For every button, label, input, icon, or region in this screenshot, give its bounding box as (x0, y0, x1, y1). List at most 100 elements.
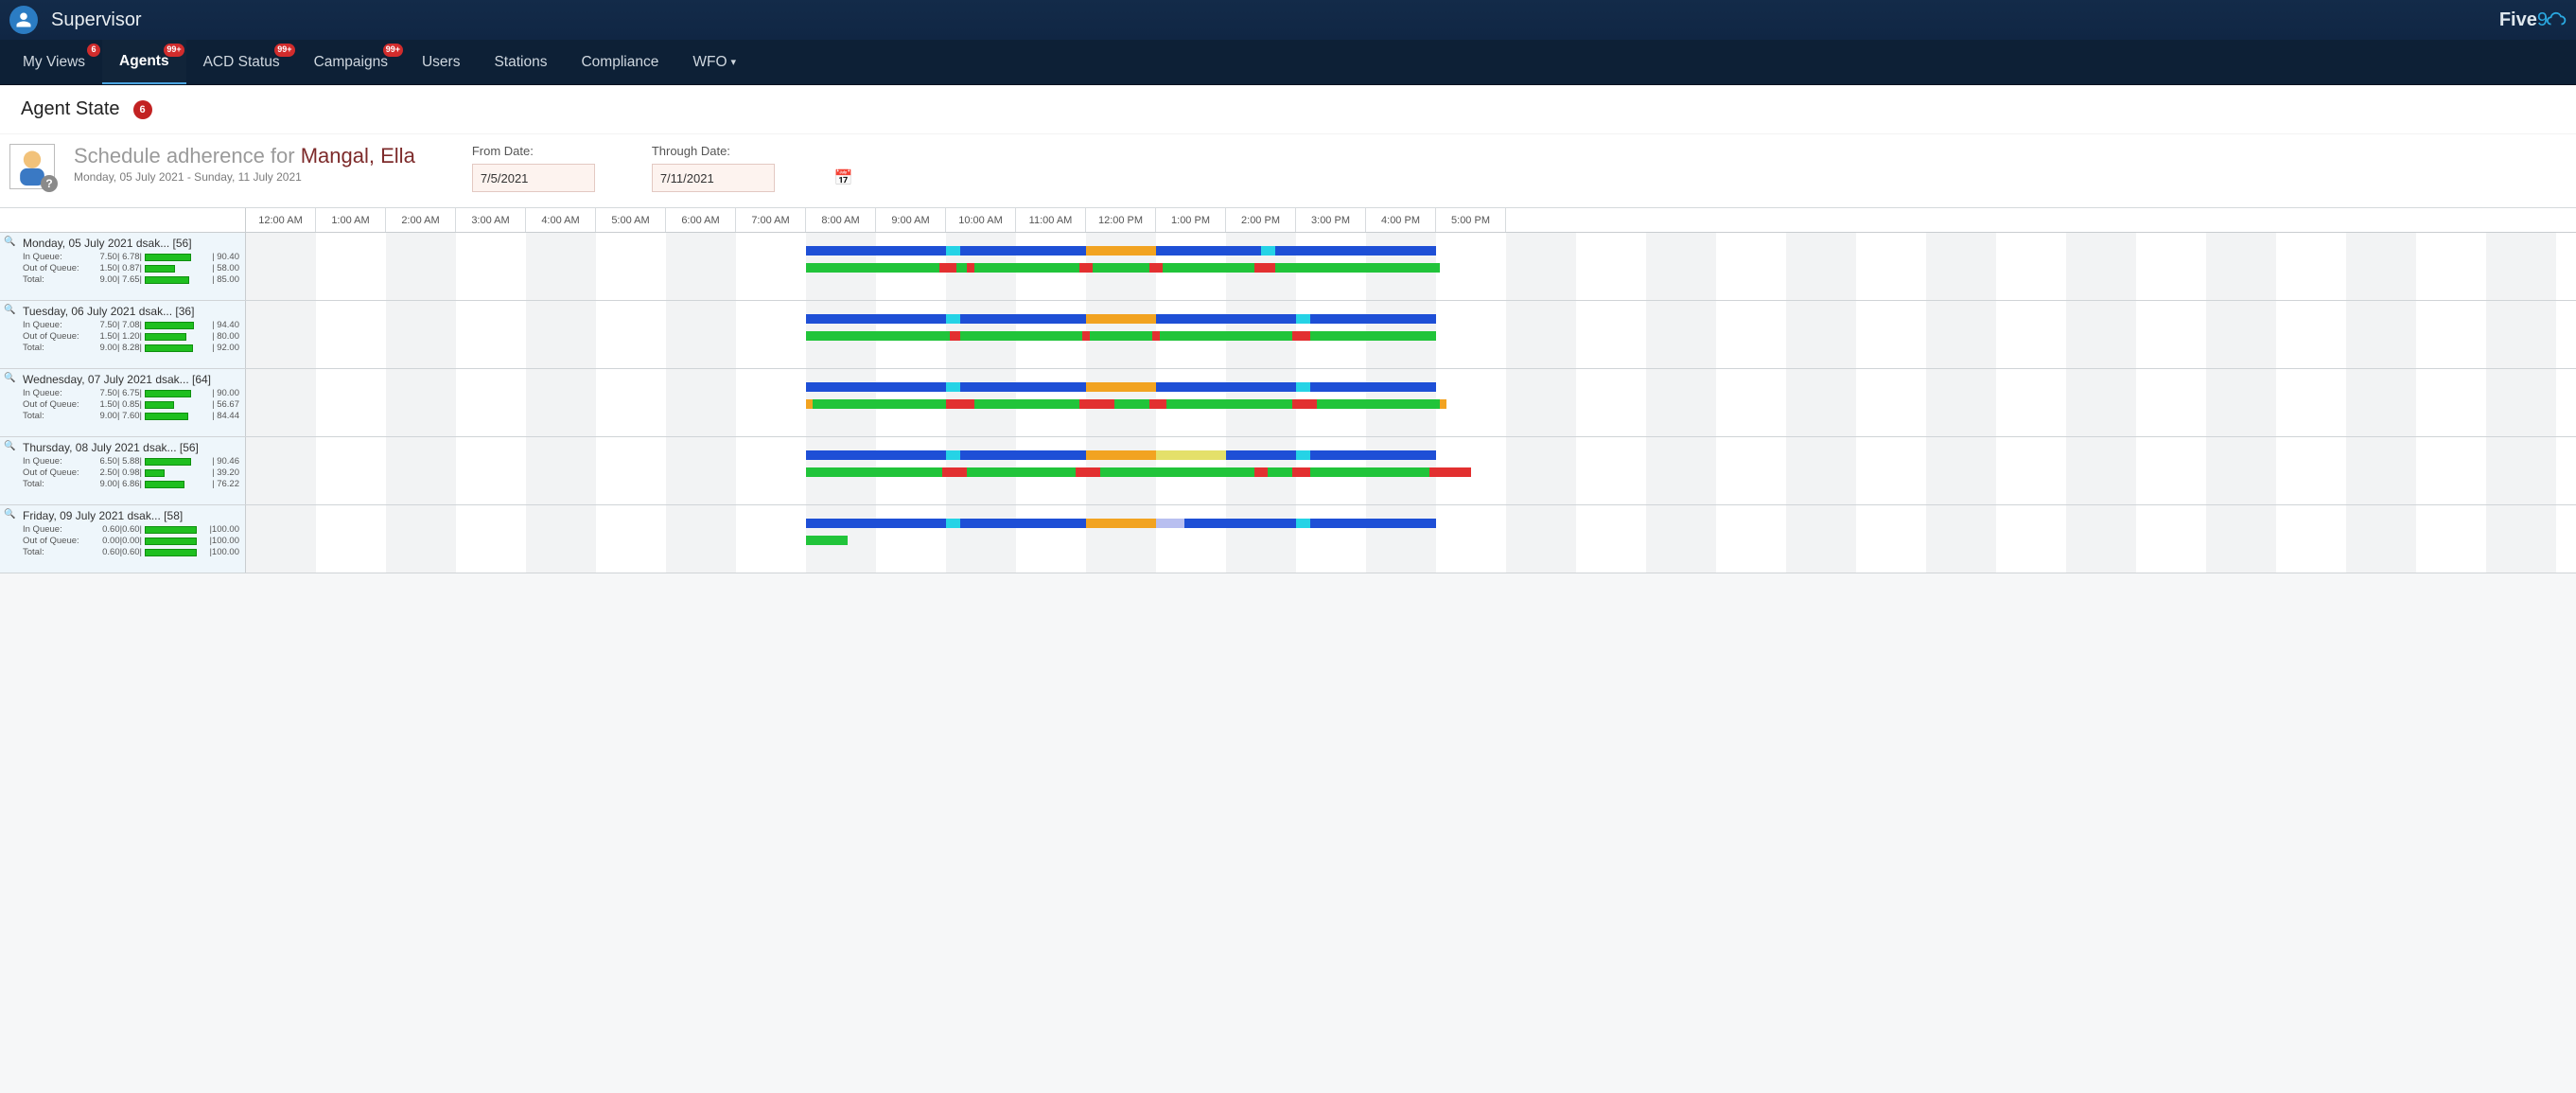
timeline-segment[interactable] (1292, 467, 1310, 477)
timeline-segment[interactable] (1163, 263, 1253, 273)
timeline-segment[interactable] (1292, 331, 1310, 341)
timeline-segment[interactable] (939, 263, 957, 273)
timeline-segment[interactable] (1156, 450, 1226, 460)
timeline-segment[interactable] (960, 246, 1086, 256)
timeline-segment[interactable] (950, 331, 960, 341)
timeline-segment[interactable] (1226, 450, 1296, 460)
timeline-segment[interactable] (806, 519, 946, 528)
nav-wfo[interactable]: WFO▾ (675, 40, 753, 84)
timeline-segment[interactable] (1310, 450, 1436, 460)
nav-campaigns[interactable]: Campaigns99+ (297, 40, 405, 84)
timeline-segment[interactable] (806, 382, 946, 392)
timeline-segment[interactable] (967, 467, 1076, 477)
day-info[interactable]: 🔍Friday, 09 July 2021 dsak... [58]In Que… (0, 505, 246, 573)
calendar-icon[interactable]: 📅 (834, 168, 853, 187)
nav-agents[interactable]: Agents99+ (102, 40, 186, 84)
timeline-segment[interactable] (1086, 246, 1156, 256)
timeline-segment[interactable] (1261, 246, 1275, 256)
timeline-segment[interactable] (1079, 399, 1114, 409)
timeline-segment[interactable] (806, 331, 950, 341)
timeline-segment[interactable] (942, 467, 967, 477)
timeline-segment[interactable] (1114, 399, 1149, 409)
timeline-segment[interactable] (806, 263, 939, 273)
day-lanes[interactable] (246, 233, 2576, 300)
timeline-segment[interactable] (1296, 382, 1310, 392)
timeline-segment[interactable] (1160, 331, 1293, 341)
timeline-segment[interactable] (946, 519, 960, 528)
day-info[interactable]: 🔍Thursday, 08 July 2021 dsak... [56]In Q… (0, 437, 246, 504)
nav-users[interactable]: Users (405, 40, 477, 84)
timeline-segment[interactable] (946, 382, 960, 392)
timeline-segment[interactable] (1268, 467, 1292, 477)
timeline-segment[interactable] (806, 467, 942, 477)
nav-acd-status[interactable]: ACD Status99+ (186, 40, 297, 84)
timeline-segment[interactable] (1275, 246, 1436, 256)
timeline-segment[interactable] (806, 450, 946, 460)
nav-my-views[interactable]: My Views6 (6, 40, 102, 84)
day-lanes[interactable] (246, 369, 2576, 436)
timeline-segment[interactable] (1156, 314, 1296, 324)
timeline-segment[interactable] (1156, 382, 1296, 392)
timeline-segment[interactable] (806, 246, 946, 256)
timeline-segment[interactable] (1310, 314, 1436, 324)
day-info[interactable]: 🔍Tuesday, 06 July 2021 dsak... [36]In Qu… (0, 301, 246, 368)
timeline-segment[interactable] (1149, 263, 1164, 273)
magnify-icon[interactable]: 🔍 (4, 441, 15, 451)
timeline-segment[interactable] (1086, 382, 1156, 392)
timeline-segment[interactable] (1296, 450, 1310, 460)
agent-photo[interactable]: ? (9, 144, 55, 189)
timeline-segment[interactable] (1429, 467, 1471, 477)
timeline-segment[interactable] (1166, 399, 1292, 409)
from-date-field[interactable] (473, 171, 655, 185)
day-lanes[interactable] (246, 301, 2576, 368)
timeline-segment[interactable] (1310, 382, 1436, 392)
timeline-segment[interactable] (960, 519, 1086, 528)
timeline-segment[interactable] (1156, 246, 1261, 256)
timeline-segment[interactable] (967, 263, 973, 273)
timeline-segment[interactable] (1296, 519, 1310, 528)
day-info[interactable]: 🔍Monday, 05 July 2021 dsak... [56]In Que… (0, 233, 246, 300)
timeline-segment[interactable] (956, 263, 967, 273)
timeline-segment[interactable] (1149, 399, 1167, 409)
magnify-icon[interactable]: 🔍 (4, 373, 15, 383)
timeline-segment[interactable] (974, 399, 1079, 409)
day-lanes[interactable] (246, 437, 2576, 504)
timeline-segment[interactable] (1296, 314, 1310, 324)
magnify-icon[interactable]: 🔍 (4, 237, 15, 247)
timeline-segment[interactable] (1184, 519, 1296, 528)
timeline-segment[interactable] (1152, 331, 1159, 341)
nav-compliance[interactable]: Compliance (564, 40, 675, 84)
timeline-segment[interactable] (946, 246, 960, 256)
magnify-icon[interactable]: 🔍 (4, 305, 15, 315)
timeline-segment[interactable] (806, 399, 813, 409)
timeline-segment[interactable] (1090, 331, 1153, 341)
timeline-segment[interactable] (1100, 467, 1254, 477)
timeline-segment[interactable] (1310, 331, 1436, 341)
timeline-segment[interactable] (1079, 263, 1094, 273)
timeline-segment[interactable] (960, 314, 1086, 324)
timeline-segment[interactable] (1076, 467, 1100, 477)
timeline-segment[interactable] (946, 314, 960, 324)
magnify-icon[interactable]: 🔍 (4, 509, 15, 520)
timeline-segment[interactable] (806, 536, 848, 545)
timeline-segment[interactable] (806, 314, 946, 324)
timeline-segment[interactable] (1082, 331, 1089, 341)
timeline-segment[interactable] (1310, 467, 1429, 477)
timeline-segment[interactable] (1317, 399, 1440, 409)
through-date-input[interactable]: 📅 (652, 164, 775, 192)
timeline-segment[interactable] (1310, 519, 1436, 528)
timeline-segment[interactable] (1275, 263, 1440, 273)
timeline-segment[interactable] (1254, 467, 1269, 477)
profile-avatar[interactable] (9, 6, 38, 34)
through-date-field[interactable] (653, 171, 834, 185)
timeline-segment[interactable] (1086, 450, 1156, 460)
timeline-segment[interactable] (1292, 399, 1317, 409)
from-date-input[interactable]: 📅 (472, 164, 595, 192)
timeline-segment[interactable] (1156, 519, 1184, 528)
timeline-segment[interactable] (960, 331, 1083, 341)
timeline-segment[interactable] (1440, 399, 1446, 409)
timeline-segment[interactable] (1093, 263, 1148, 273)
day-info[interactable]: 🔍Wednesday, 07 July 2021 dsak... [64]In … (0, 369, 246, 436)
timeline-segment[interactable] (974, 263, 1079, 273)
timeline-segment[interactable] (813, 399, 946, 409)
